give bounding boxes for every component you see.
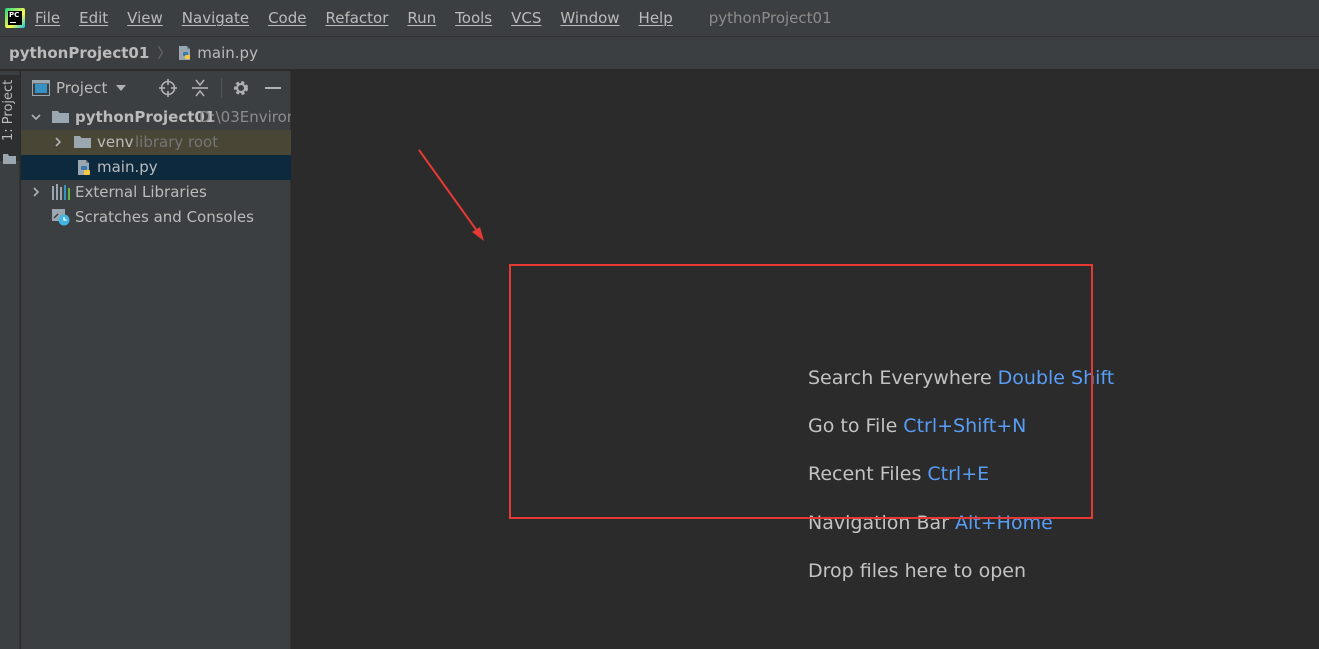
menu-view[interactable]: View [127,9,163,27]
libraries-icon [52,184,70,200]
tree-label-project: pythonProject01 [75,108,216,126]
tree-item-main-py[interactable]: main.py [21,155,291,180]
menu-refactor[interactable]: Refactor [325,9,388,27]
project-tree: pythonProject01 D:\03Envirom venv librar… [21,105,291,230]
annotation-highlight-box [509,264,1093,519]
project-panel: Project pythonProject01 D:\03Enviro venv… [21,71,291,649]
folder-icon [74,136,91,148]
breadcrumb-separator-icon: 〉 [157,46,172,62]
project-view-icon [32,80,50,96]
menu-edit[interactable]: Edit [79,9,108,27]
tree-item-project-root[interactable]: pythonProject01 D:\03Envirom [21,105,291,130]
chevron-right-icon[interactable] [53,137,63,147]
window-project-title: pythonProject01 [708,9,832,27]
menu-tools[interactable]: Tools [455,9,492,27]
folder-icon [3,154,16,164]
library-root-hint: library root [135,133,219,151]
menu-window[interactable]: Window [560,9,619,27]
tree-path-hint: D:\03Envirom [199,108,291,126]
collapse-all-icon[interactable] [192,79,208,97]
locate-target-icon[interactable] [159,79,177,97]
navigation-bar: pythonProject01 〉 main.py [0,36,1319,70]
menu-help[interactable]: Help [639,9,673,27]
menu-navigate[interactable]: Navigate [182,9,249,27]
tree-item-scratches[interactable]: Scratches and Consoles [21,205,291,230]
python-file-icon [78,160,90,175]
python-file-icon [179,46,191,60]
project-view-selector[interactable]: Project [56,79,107,97]
tree-label-venv: venv [97,133,134,151]
breadcrumb-file[interactable]: main.py [197,44,258,62]
chevron-right-icon[interactable] [31,187,41,197]
project-tool-tab[interactable]: 1: Project [0,75,20,164]
folder-icon [52,111,69,123]
tree-label-external-libraries: External Libraries [75,183,207,201]
minimize-icon[interactable] [265,87,281,89]
chevron-down-icon[interactable] [31,112,41,122]
annotation-arrow [418,149,484,241]
hint-drop-files: Drop files here to open [808,560,1026,582]
header-divider [221,78,222,98]
menu-vcs[interactable]: VCS [511,9,541,27]
tree-label-scratches: Scratches and Consoles [75,208,254,226]
tree-label-main-py: main.py [97,158,158,176]
pycharm-logo-icon: PC [5,8,25,28]
tree-item-external-libraries[interactable]: External Libraries [21,180,291,205]
chevron-down-icon[interactable] [116,85,127,91]
tree-item-venv[interactable]: venv library root [21,130,291,155]
project-panel-header: Project [21,71,291,105]
breadcrumb-project[interactable]: pythonProject01 [9,44,149,62]
scratches-icon [52,209,70,226]
menu-run[interactable]: Run [407,9,436,27]
menu-file[interactable]: File [35,9,60,27]
project-tool-tab-label: 1: Project [1,79,16,141]
left-tool-strip: 1: Project [0,71,20,649]
hint-action: Drop files here to open [808,560,1027,582]
menu-code[interactable]: Code [268,9,306,27]
gear-icon[interactable] [232,79,250,97]
menu-bar: PC File Edit View Navigate Code Refactor… [0,0,1319,36]
